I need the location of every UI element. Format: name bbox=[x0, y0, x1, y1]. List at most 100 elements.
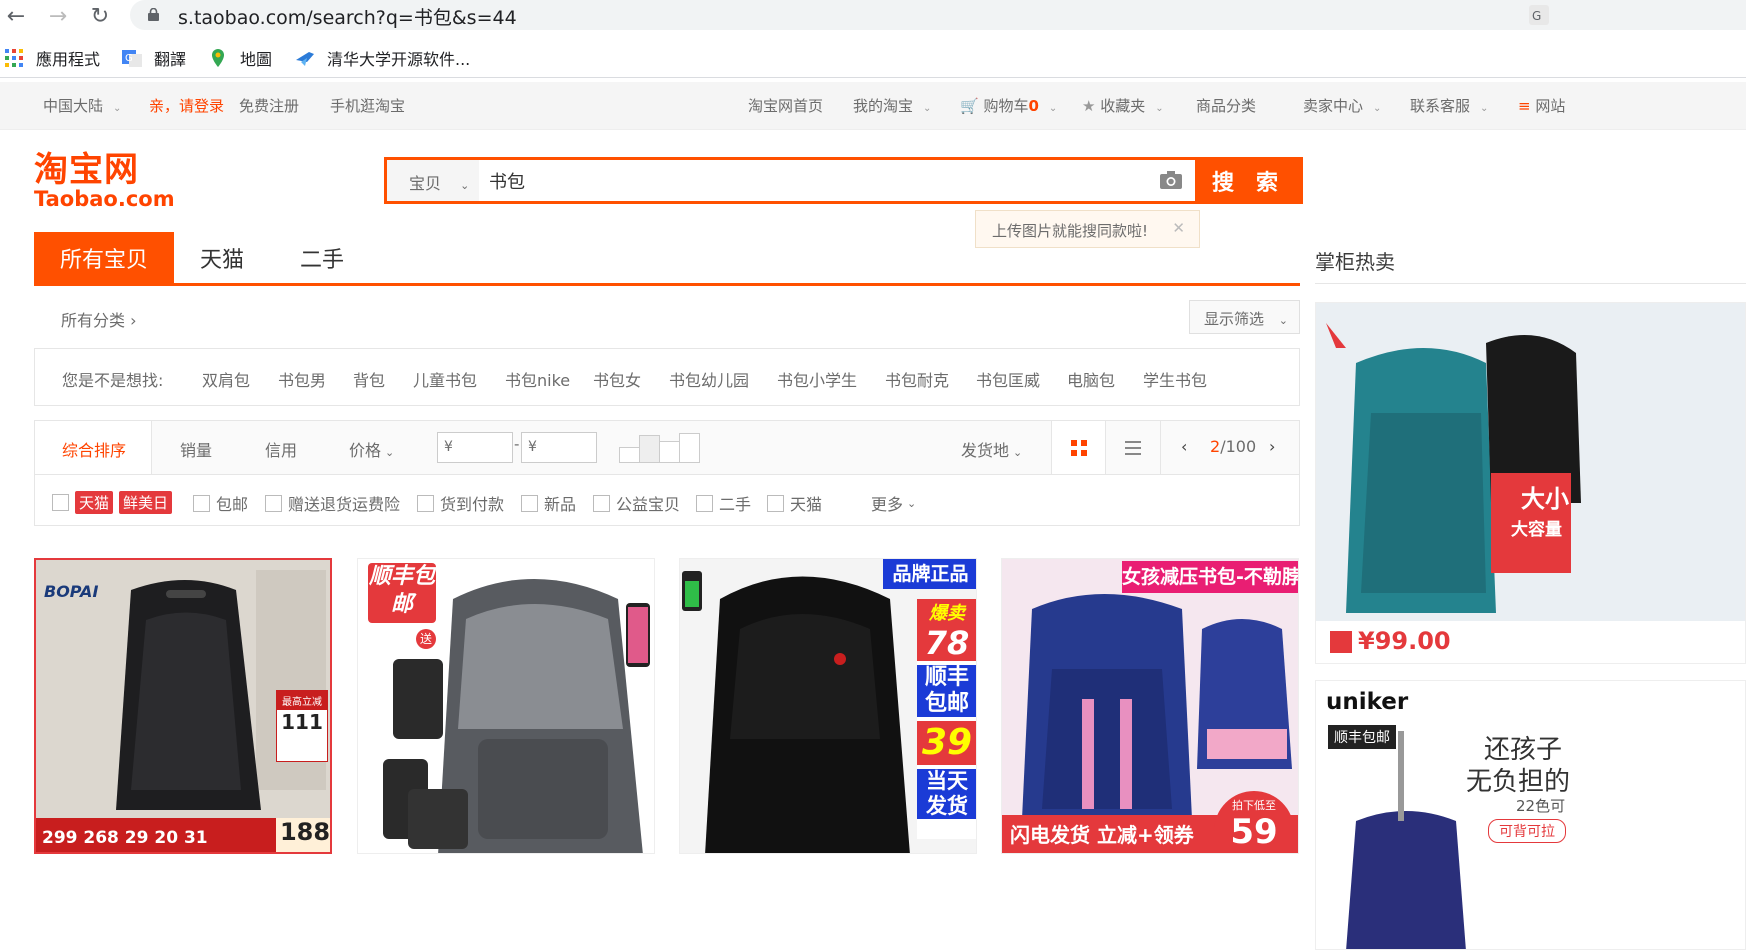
suggest-item[interactable]: 书包小学生 bbox=[777, 367, 857, 391]
region-label: 中国大陆 bbox=[43, 97, 104, 115]
search-input[interactable] bbox=[479, 160, 1179, 201]
filter-checkbox-row: 天猫 鲜美日 包邮 赠送退货运费险 货到付款 新品 公益宝贝 二手 天猫 更多 ⌄ bbox=[34, 474, 1300, 526]
filter-charity[interactable]: 公益宝贝 bbox=[593, 491, 680, 515]
service-menu[interactable]: 联系客服 ⌄ bbox=[1410, 95, 1488, 116]
suggest-label: 您是不是想找: bbox=[62, 371, 164, 390]
suggest-item[interactable]: 书包男 bbox=[278, 367, 326, 391]
price-range-chart-icon[interactable] bbox=[619, 433, 701, 463]
chevron-down-icon: ⌄ bbox=[113, 103, 122, 114]
suggest-item[interactable]: 书包耐克 bbox=[885, 367, 949, 391]
price-to-input[interactable]: ¥ bbox=[521, 432, 597, 463]
translate-icon[interactable]: G bbox=[1528, 4, 1550, 26]
bookmark-tuna[interactable]: 清华大学开源软件... bbox=[295, 46, 470, 70]
tmall-tag: 天猫 bbox=[75, 491, 114, 514]
taobao-logo[interactable]: 淘宝网 Taobao.com bbox=[34, 150, 179, 215]
filter-label: 包邮 bbox=[216, 495, 249, 514]
filter-tmall-fresh[interactable]: 天猫 鲜美日 bbox=[52, 491, 178, 514]
product-card[interactable]: 顺丰包邮 送 bbox=[357, 558, 655, 854]
favorites-menu[interactable]: ★ 收藏夹 ⌄ bbox=[1082, 95, 1164, 116]
all-categories-link[interactable]: 所有分类 › bbox=[61, 307, 137, 331]
chevron-down-icon: ⌄ bbox=[1013, 446, 1023, 459]
search-button[interactable]: 搜 索 bbox=[1195, 157, 1303, 204]
hot-product-card[interactable]: 大小 大容量 ¥99.00 bbox=[1315, 302, 1746, 664]
hot-sale-label: 爆卖 bbox=[917, 599, 976, 625]
tuna-icon bbox=[296, 52, 314, 66]
url-text: s.taobao.com/search?q=书包&s=44 bbox=[178, 7, 517, 29]
suggest-item[interactable]: 书包幼儿园 bbox=[669, 367, 749, 391]
bookmark-apps[interactable]: 應用程式 bbox=[4, 46, 100, 70]
suggest-item[interactable]: 书包匡威 bbox=[976, 367, 1040, 391]
bookmark-label: 翻譯 bbox=[154, 50, 187, 69]
bookmark-maps[interactable]: 地圖 bbox=[208, 46, 272, 70]
sort-price[interactable]: 价格 ⌄ bbox=[349, 437, 394, 461]
back-icon[interactable]: ← bbox=[2, 2, 30, 30]
product-card[interactable]: 女孩减压书包-不勒脖 闪电发货 立减+领券 拍下低至 59 bbox=[1001, 558, 1299, 854]
suggest-item[interactable]: 学生书包 bbox=[1143, 367, 1207, 391]
region-selector[interactable]: 中国大陆 ⌄ bbox=[43, 95, 121, 116]
sort-default[interactable]: 综合排序 bbox=[62, 437, 126, 461]
gift-badge: 送 bbox=[416, 629, 436, 649]
my-taobao-label: 我的淘宝 bbox=[853, 97, 914, 115]
tab-tmall[interactable]: 天猫 bbox=[174, 232, 270, 283]
product-title-banner: 女孩减压书包-不勒脖 bbox=[1122, 561, 1298, 593]
sort-sales[interactable]: 销量 bbox=[180, 437, 212, 461]
grid-view-button[interactable] bbox=[1051, 421, 1106, 474]
camera-icon[interactable] bbox=[1159, 170, 1183, 190]
filter-cod[interactable]: 货到付款 bbox=[417, 491, 504, 515]
next-page-icon[interactable]: › bbox=[1269, 437, 1275, 456]
home-link[interactable]: 淘宝网首页 bbox=[748, 95, 823, 116]
checkbox[interactable] bbox=[521, 494, 538, 512]
suggest-item[interactable]: 双肩包 bbox=[202, 367, 250, 391]
cart-icon: 🛒 bbox=[960, 97, 979, 115]
filter-secondhand[interactable]: 二手 bbox=[696, 491, 751, 515]
coupon-price: 39 bbox=[917, 721, 976, 765]
suggest-item[interactable]: 儿童书包 bbox=[413, 367, 477, 391]
page-current: 2 bbox=[1210, 437, 1221, 456]
register-link[interactable]: 免费注册 bbox=[239, 95, 299, 116]
prev-page-icon[interactable]: ‹ bbox=[1181, 437, 1187, 456]
seller-label: 卖家中心 bbox=[1303, 97, 1364, 115]
sitemap-menu[interactable]: ≡ 网站 bbox=[1518, 95, 1565, 116]
checkbox[interactable] bbox=[417, 494, 434, 512]
product-card[interactable]: 品牌正品 爆卖 78 顺丰包邮 39 当天发货 bbox=[679, 558, 977, 854]
hot-product-card[interactable]: uniker 顺丰包邮 还孩子 无负担的 22色可 可背可拉 bbox=[1315, 680, 1746, 950]
checkbox[interactable] bbox=[265, 494, 282, 512]
cart-menu[interactable]: 🛒 购物车0 ⌄ bbox=[960, 95, 1057, 116]
suggest-item[interactable]: 背包 bbox=[353, 367, 385, 391]
search-scope-select[interactable]: 宝贝 ⌄ bbox=[387, 160, 479, 201]
hot-price: ¥99.00 bbox=[1358, 627, 1451, 655]
tab-secondhand[interactable]: 二手 bbox=[274, 232, 370, 283]
filter-free-shipping[interactable]: 包邮 bbox=[193, 491, 248, 515]
filter-new[interactable]: 新品 bbox=[521, 491, 576, 515]
suggest-item[interactable]: 书包nike bbox=[505, 367, 570, 391]
filter-more-label: 更多 bbox=[871, 495, 904, 514]
show-filter-button[interactable]: 显示筛选 ⌄ bbox=[1189, 300, 1300, 334]
seller-menu[interactable]: 卖家中心 ⌄ bbox=[1303, 95, 1381, 116]
forward-icon[interactable]: → bbox=[44, 2, 72, 30]
my-taobao-menu[interactable]: 我的淘宝 ⌄ bbox=[853, 95, 931, 116]
mobile-link[interactable]: 手机逛淘宝 bbox=[330, 95, 405, 116]
filter-more[interactable]: 更多 ⌄ bbox=[871, 491, 916, 515]
checkbox[interactable] bbox=[696, 494, 713, 512]
list-view-button[interactable] bbox=[1106, 421, 1161, 474]
product-card[interactable]: BOPAI 最高立减 111 299 268 29 20 31 188 bbox=[34, 558, 332, 854]
reload-icon[interactable]: ↻ bbox=[86, 2, 114, 30]
bookmark-translate[interactable]: G 翻譯 bbox=[122, 46, 186, 70]
suggest-item[interactable]: 书包女 bbox=[593, 367, 641, 391]
chevron-down-icon: ⌄ bbox=[1278, 314, 1289, 327]
categories-link[interactable]: 商品分类 bbox=[1196, 95, 1256, 116]
location-filter[interactable]: 发货地 ⌄ bbox=[961, 437, 1022, 461]
suggest-item[interactable]: 电脑包 bbox=[1067, 367, 1115, 391]
checkbox[interactable] bbox=[193, 494, 210, 512]
filter-label: 赠送退货运费险 bbox=[288, 495, 401, 514]
filter-return-insurance[interactable]: 赠送退货运费险 bbox=[265, 491, 400, 515]
checkbox[interactable] bbox=[52, 494, 69, 511]
tab-all[interactable]: 所有宝贝 bbox=[34, 232, 174, 283]
price-from-input[interactable]: ¥ bbox=[437, 432, 513, 463]
sort-credit[interactable]: 信用 bbox=[265, 437, 297, 461]
checkbox[interactable] bbox=[593, 494, 610, 512]
checkbox[interactable] bbox=[767, 494, 784, 512]
filter-tmall[interactable]: 天猫 bbox=[767, 491, 822, 515]
address-bar[interactable]: s.taobao.com/search?q=书包&s=44 G bbox=[130, 0, 1746, 30]
login-link[interactable]: 亲，请登录 bbox=[149, 95, 224, 116]
